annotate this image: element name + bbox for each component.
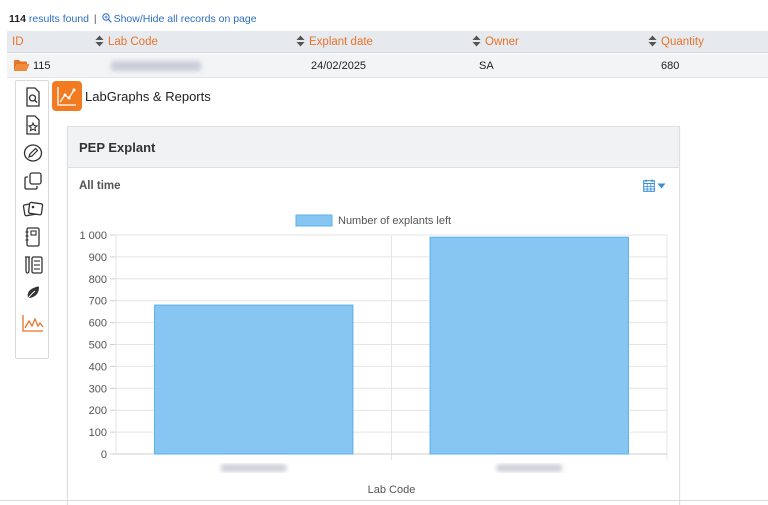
table-header: ID Lab Code Explant date Owner Quantity (7, 31, 768, 53)
copy-icon[interactable] (22, 170, 44, 192)
sort-icon (648, 35, 657, 47)
y-tick-label: 200 (89, 405, 107, 417)
y-tick-label: 0 (101, 449, 107, 461)
x-axis-title: Lab Code (368, 484, 416, 496)
row-owner: SA (479, 60, 494, 72)
results-found-text: results found (28, 13, 89, 25)
y-tick-label: 900 (89, 252, 107, 264)
notebook-icon[interactable] (22, 226, 44, 248)
column-header-lab-code[interactable]: Lab Code (95, 31, 158, 53)
x-tick-label-blurred (220, 464, 287, 472)
row-quantity: 680 (661, 60, 680, 72)
y-tick-label: 300 (89, 383, 107, 395)
column-header-owner-label: Owner (485, 36, 519, 48)
y-tick-label: 700 (89, 296, 107, 308)
zoom-icon (101, 13, 112, 23)
column-header-explant-date-label: Explant date (309, 36, 373, 48)
sort-icon (472, 35, 481, 47)
column-header-quantity-label: Quantity (661, 36, 704, 48)
x-tick-label-blurred (496, 464, 563, 472)
sort-icon (95, 35, 104, 47)
page-bottom-border (0, 500, 768, 501)
results-separator: | (93, 13, 97, 25)
show-hide-records-label: Show/Hide all records on page (113, 13, 257, 25)
results-summary: 114 results found | Show/Hide all record… (9, 13, 257, 25)
y-tick-label: 800 (89, 274, 107, 286)
y-tick-label: 500 (89, 340, 107, 352)
test-tubes-icon[interactable] (22, 254, 44, 276)
line-graph-icon[interactable] (22, 312, 44, 334)
bar (154, 304, 354, 455)
magnify-document-icon[interactable] (22, 86, 44, 108)
row-id: 115 (33, 60, 51, 72)
y-tick-label: 400 (89, 361, 107, 373)
sort-icon (296, 35, 305, 47)
row-lab-code (111, 54, 201, 78)
column-header-quantity[interactable]: Quantity (648, 31, 704, 53)
photos-icon[interactable] (22, 198, 44, 220)
app-title: LabGraphs & Reports (85, 89, 211, 104)
legend-label: Number of explants left (338, 215, 451, 227)
labgraphs-logo (52, 81, 82, 111)
record-toolbar (15, 80, 49, 359)
column-header-lab-code-label: Lab Code (108, 36, 158, 48)
pen-icon[interactable] (22, 142, 44, 164)
report-panel: PEP Explant All time 0 100 200 300 400 500 600… (67, 126, 680, 505)
legend-swatch (295, 214, 333, 227)
table-row[interactable]: 115 24/02/2025 SA 680 (7, 54, 768, 78)
star-document-icon[interactable] (22, 114, 44, 136)
leaf-icon[interactable] (22, 282, 44, 304)
column-header-explant-date[interactable]: Explant date (296, 31, 373, 53)
column-header-id-label: ID (12, 36, 24, 48)
results-count: 114 (9, 13, 26, 25)
column-header-id[interactable]: ID (12, 31, 24, 53)
column-header-owner[interactable]: Owner (472, 31, 519, 53)
y-tick-label: 100 (89, 427, 107, 439)
bar (429, 236, 629, 455)
explants-bar-chart: 0 100 200 300 400 500 600 700 800 900 1 000 Number … (79, 214, 668, 496)
y-tick-label: 1 000 (79, 230, 107, 242)
row-explant-date: 24/02/2025 (311, 60, 367, 72)
folder-open-icon[interactable] (13, 59, 30, 72)
y-tick-label: 600 (89, 318, 107, 330)
blurred-lab-code (111, 61, 201, 72)
show-hide-records-link[interactable]: Show/Hide all records on page (101, 13, 257, 25)
